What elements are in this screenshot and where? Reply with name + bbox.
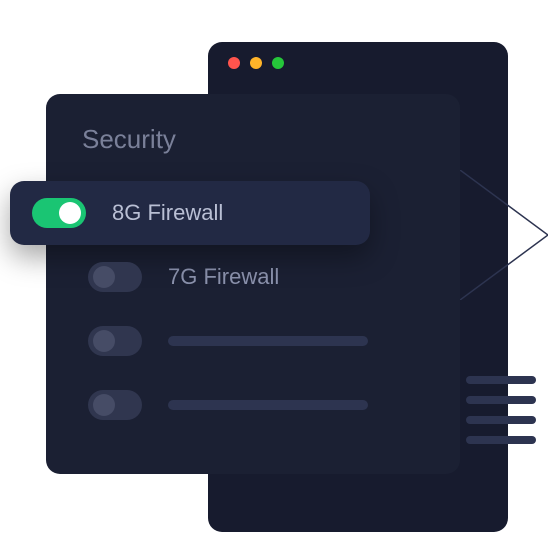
- toggle-placeholder[interactable]: [88, 390, 142, 420]
- setting-row-7g-firewall[interactable]: 7G Firewall: [70, 245, 436, 309]
- settings-list: 8G Firewall 7G Firewall: [70, 181, 436, 437]
- maximize-icon[interactable]: [272, 57, 284, 69]
- background-placeholder-lines: [466, 376, 536, 444]
- toggle-8g-firewall[interactable]: [32, 198, 86, 228]
- setting-row-placeholder[interactable]: [70, 373, 436, 437]
- toggle-knob: [59, 202, 81, 224]
- placeholder-text: [168, 336, 368, 346]
- setting-row-placeholder[interactable]: [70, 309, 436, 373]
- toggle-knob: [93, 330, 115, 352]
- setting-label: 8G Firewall: [112, 200, 223, 226]
- panel-title: Security: [82, 124, 436, 155]
- setting-row-8g-firewall[interactable]: 8G Firewall: [10, 181, 370, 245]
- toggle-knob: [93, 394, 115, 416]
- toggle-knob: [93, 266, 115, 288]
- toggle-7g-firewall[interactable]: [88, 262, 142, 292]
- setting-label: 7G Firewall: [168, 264, 279, 290]
- window-controls: [228, 57, 284, 69]
- placeholder-text: [168, 400, 368, 410]
- minimize-icon[interactable]: [250, 57, 262, 69]
- close-icon[interactable]: [228, 57, 240, 69]
- security-panel: Security 8G Firewall 7G Firewall: [46, 94, 460, 474]
- toggle-placeholder[interactable]: [88, 326, 142, 356]
